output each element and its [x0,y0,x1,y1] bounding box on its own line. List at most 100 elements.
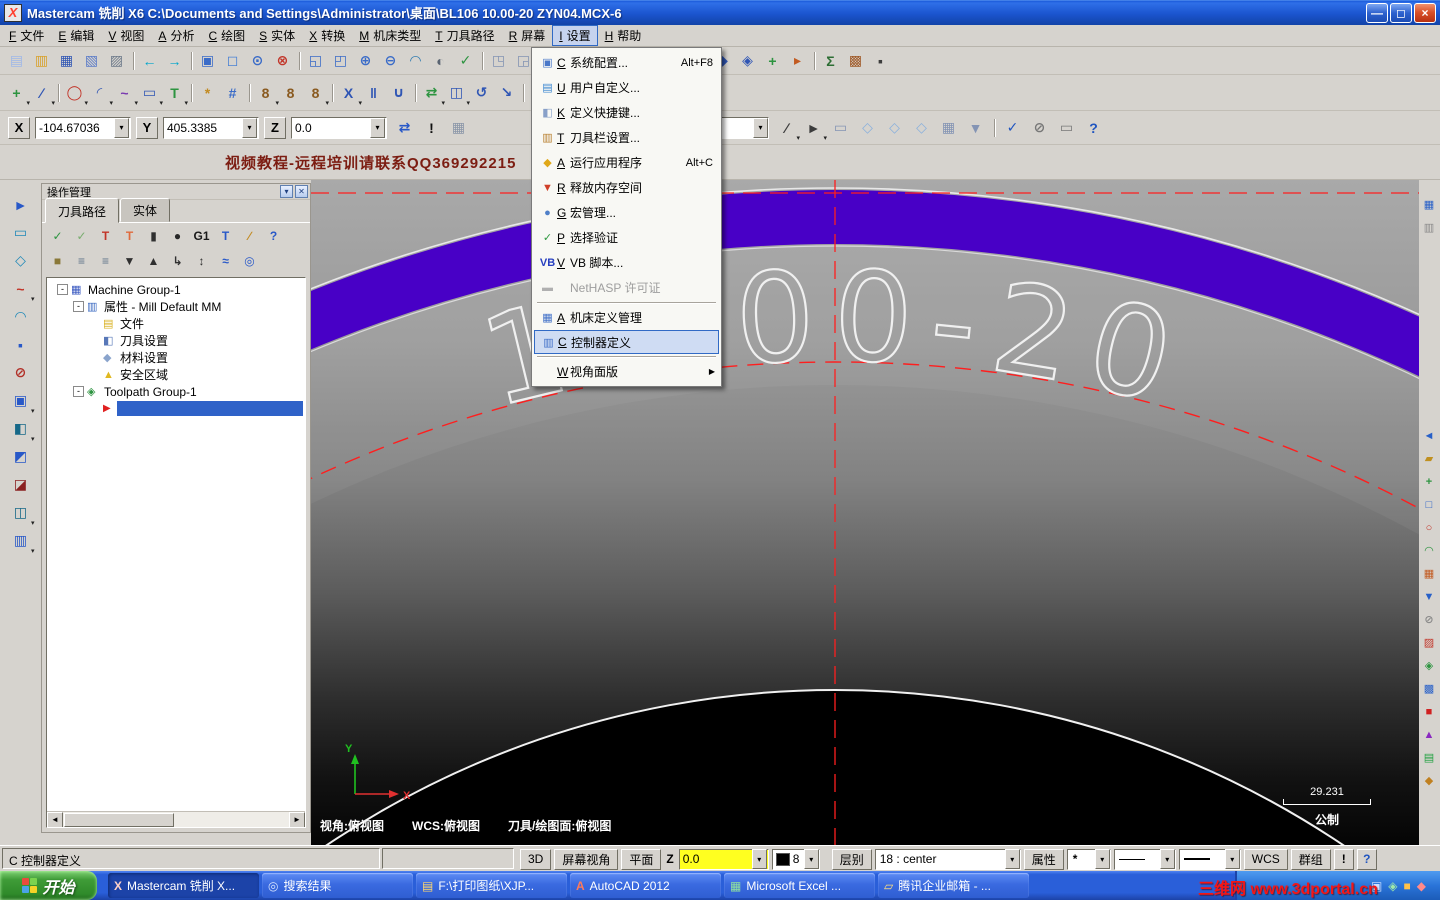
tree-toolpath-group[interactable]: - ◈ Toolpath Group-1 [47,383,305,400]
ops-select-complete-button[interactable]: ✓ [70,225,93,246]
select-area-button[interactable]: ◠ [8,304,34,329]
z-axis-button[interactable]: Z [264,116,286,139]
set-znumber-3-button[interactable]: 8 ▾ [303,81,329,107]
tree-expander-icon[interactable]: - [73,301,84,312]
menu-item-toolbar-settings[interactable]: ▥ T 刀具栏设置... [534,125,719,150]
set-znumber-2-button[interactable]: 8 [278,81,303,105]
ops-verify-button[interactable]: ▮ [142,225,165,246]
tab-toolpaths[interactable]: 刀具路径 [45,198,120,223]
ops-regen-selected-button[interactable]: T [94,225,117,246]
snap-hex-3-button[interactable]: ◇ [909,116,934,140]
point-style-caret-icon[interactable]: ▾ [1094,849,1110,869]
level-button[interactable]: 层别 [831,848,872,870]
accept-button[interactable]: ✓ [1000,116,1025,140]
block-red-button[interactable]: ■ [1419,701,1439,722]
snap-hex-2-button[interactable]: ◇ [882,116,907,140]
grid-toggle-button[interactable]: ▦ [936,116,961,140]
create-spline-button[interactable]: ~ ▾ [112,81,138,107]
print-button[interactable]: ▨ [104,49,129,73]
ops-select-all-button[interactable]: ✓ [46,225,69,246]
ops-manager-toggle-button[interactable]: ▦ [1419,194,1439,215]
quick-mask-solids-button[interactable]: ▥ ▾ [8,528,35,555]
ops-close-icon[interactable]: ✕ [295,185,308,198]
ops-toggle-post-button[interactable]: ≡ [94,250,117,271]
break-button[interactable]: ‖ [361,81,386,105]
tree-properties[interactable]: - ▥ 属性 - Mill Default MM [47,298,305,315]
create-line-button[interactable]: ∕ ▾ [29,81,55,107]
grid-red-button[interactable]: ▦ [1419,563,1439,584]
task-excel[interactable]: ▦ Microsoft Excel ... [724,873,875,898]
z-depth-caret-icon[interactable]: ▾ [751,849,767,869]
ops-move-up-button[interactable]: ▲ [142,250,165,271]
last-tool-button[interactable]: ▪ [868,49,893,73]
toolbar-icon[interactable] [129,49,137,73]
tab-solids[interactable]: 实体 [120,198,171,222]
point-style-select[interactable]: * ▾ [1066,848,1111,870]
redo-button[interactable]: → [162,49,187,73]
tree-insert-position[interactable]: ▶ [47,400,305,417]
z-dropdown-icon[interactable]: ▾ [370,117,385,138]
quick-mask-arcs-button[interactable]: ◫ ▾ [8,500,35,527]
zoom-in-button[interactable]: ⊕ [353,49,378,73]
zoom-window-button[interactable]: ◻ [220,49,245,73]
preview-button[interactable]: ▭ [1054,116,1079,140]
view-mode-caret-icon[interactable]: ▾ [753,117,768,138]
fastpoint-button[interactable]: ! [419,116,444,140]
menu-item-macro-manager[interactable]: ● G 宏管理... [534,200,719,225]
note-button[interactable]: ▰ [1419,448,1439,469]
menu-analyze[interactable]: A 分析 [151,25,201,46]
ops-backplot-button[interactable]: ● [166,225,189,246]
y-coordinate-input[interactable] [164,120,242,135]
gview-check-button[interactable]: ✓ [453,49,478,73]
z-coordinate-input[interactable] [292,120,370,135]
tri-purple-button[interactable]: ▲ [1419,724,1439,745]
menu-item-shortcut-keys[interactable]: ◧ K 定义快捷键... [534,100,719,125]
create-fillet-button[interactable]: ◜ ▾ [87,81,113,107]
coord-icon[interactable] [990,116,998,140]
ops-horizontal-scrollbar[interactable]: ◄ ► [47,811,305,827]
menu-item-machine-definition[interactable]: ▦ A 机床定义管理 [534,305,719,330]
tree-expander-icon[interactable]: - [73,386,84,397]
xform-scale-button[interactable]: ↘ [494,81,519,105]
menu-edit[interactable]: E 编辑 [51,25,101,46]
export-file-button[interactable]: ▧ [79,49,104,73]
start-button[interactable]: 开始 [0,871,97,900]
scrollbar-thumb[interactable] [64,812,174,827]
ops-toggle-toolpath-button[interactable]: ≡ [70,250,93,271]
cad-drawing[interactable]: 10.00-20 Y X [311,180,1419,845]
view-box-button[interactable]: □ [1419,494,1439,515]
select-chain-button[interactable]: ~ ▾ [8,276,34,304]
create-letters-button[interactable]: T ▾ [162,81,188,107]
utility-2-button[interactable]: ◈ [735,49,760,73]
circle-tool-button[interactable]: ○ [1419,517,1439,538]
tray-icon-3[interactable]: ■ [1404,879,1411,893]
open-file-button[interactable]: ▥ [29,49,54,73]
menu-item-vb-script[interactable]: VB V VB 脚本... [534,250,719,275]
close-button[interactable]: × [1414,2,1436,23]
menu-solids[interactable]: S 实体 [252,25,302,46]
task-search-results[interactable]: ◎ 搜索结果 [262,873,413,898]
add-geometry-button[interactable]: + [1419,471,1439,492]
menu-item-system-config[interactable]: ▣ C 系统配置... Alt+F8 [534,50,719,75]
toolbar-icon[interactable] [187,49,195,73]
zoom-out-button[interactable]: ⊖ [378,49,403,73]
level-select[interactable]: 18 : center ▾ [874,848,1021,870]
minimize-button[interactable]: — [1366,2,1388,23]
y-axis-button[interactable]: Y [136,116,158,139]
xform-rotate-button[interactable]: ↺ [469,81,494,105]
tray-icon-2[interactable]: ◈ [1388,879,1397,893]
clear-selection-button[interactable]: ⊘ [8,360,34,385]
title-bar[interactable]: X Mastercam 铣削 X6 C:\Documents and Setti… [0,0,1440,25]
graphics-viewport[interactable]: 10.00-20 Y X 视角:俯视图 WCS:俯视图 刀具/绘图面: [311,180,1419,845]
menu-settings[interactable]: I 设置 [552,25,598,46]
coord-help-button[interactable]: ? [1081,116,1106,140]
menu-item-view-panel[interactable]: W 视角面版 ▶ [534,359,719,384]
plane-box-button[interactable]: ▭ [828,116,853,140]
ops-move-down-button[interactable]: ▼ [118,250,141,271]
view-previous-button[interactable]: ◄ [1419,425,1439,446]
ops-options-button[interactable]: ◎ [238,250,261,271]
ops-display-only-button[interactable]: ≈ [214,250,237,271]
ops-collapse-icon[interactable]: ▾ [280,185,293,198]
toolbar-icon[interactable] [187,81,195,105]
select-polygon-button[interactable]: ◇ [8,248,34,273]
